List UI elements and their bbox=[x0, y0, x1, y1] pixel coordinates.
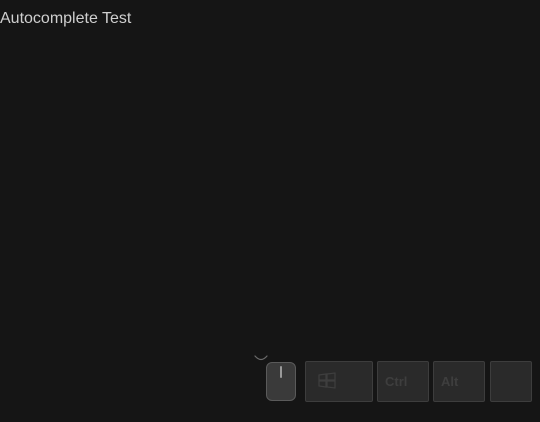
ctrl-key: Ctrl bbox=[377, 361, 429, 402]
mouse-icon bbox=[266, 362, 296, 401]
loading-arc-icon bbox=[254, 355, 268, 361]
input-indicator-overlay: Ctrl Alt bbox=[252, 350, 540, 410]
blank-key bbox=[490, 361, 532, 402]
windows-icon bbox=[318, 372, 336, 389]
windows-key bbox=[305, 361, 373, 402]
page-canvas: Autocomplete Test Ctrl Alt bbox=[0, 0, 540, 422]
alt-key: Alt bbox=[433, 361, 485, 402]
page-title: Autocomplete Test bbox=[0, 10, 132, 27]
